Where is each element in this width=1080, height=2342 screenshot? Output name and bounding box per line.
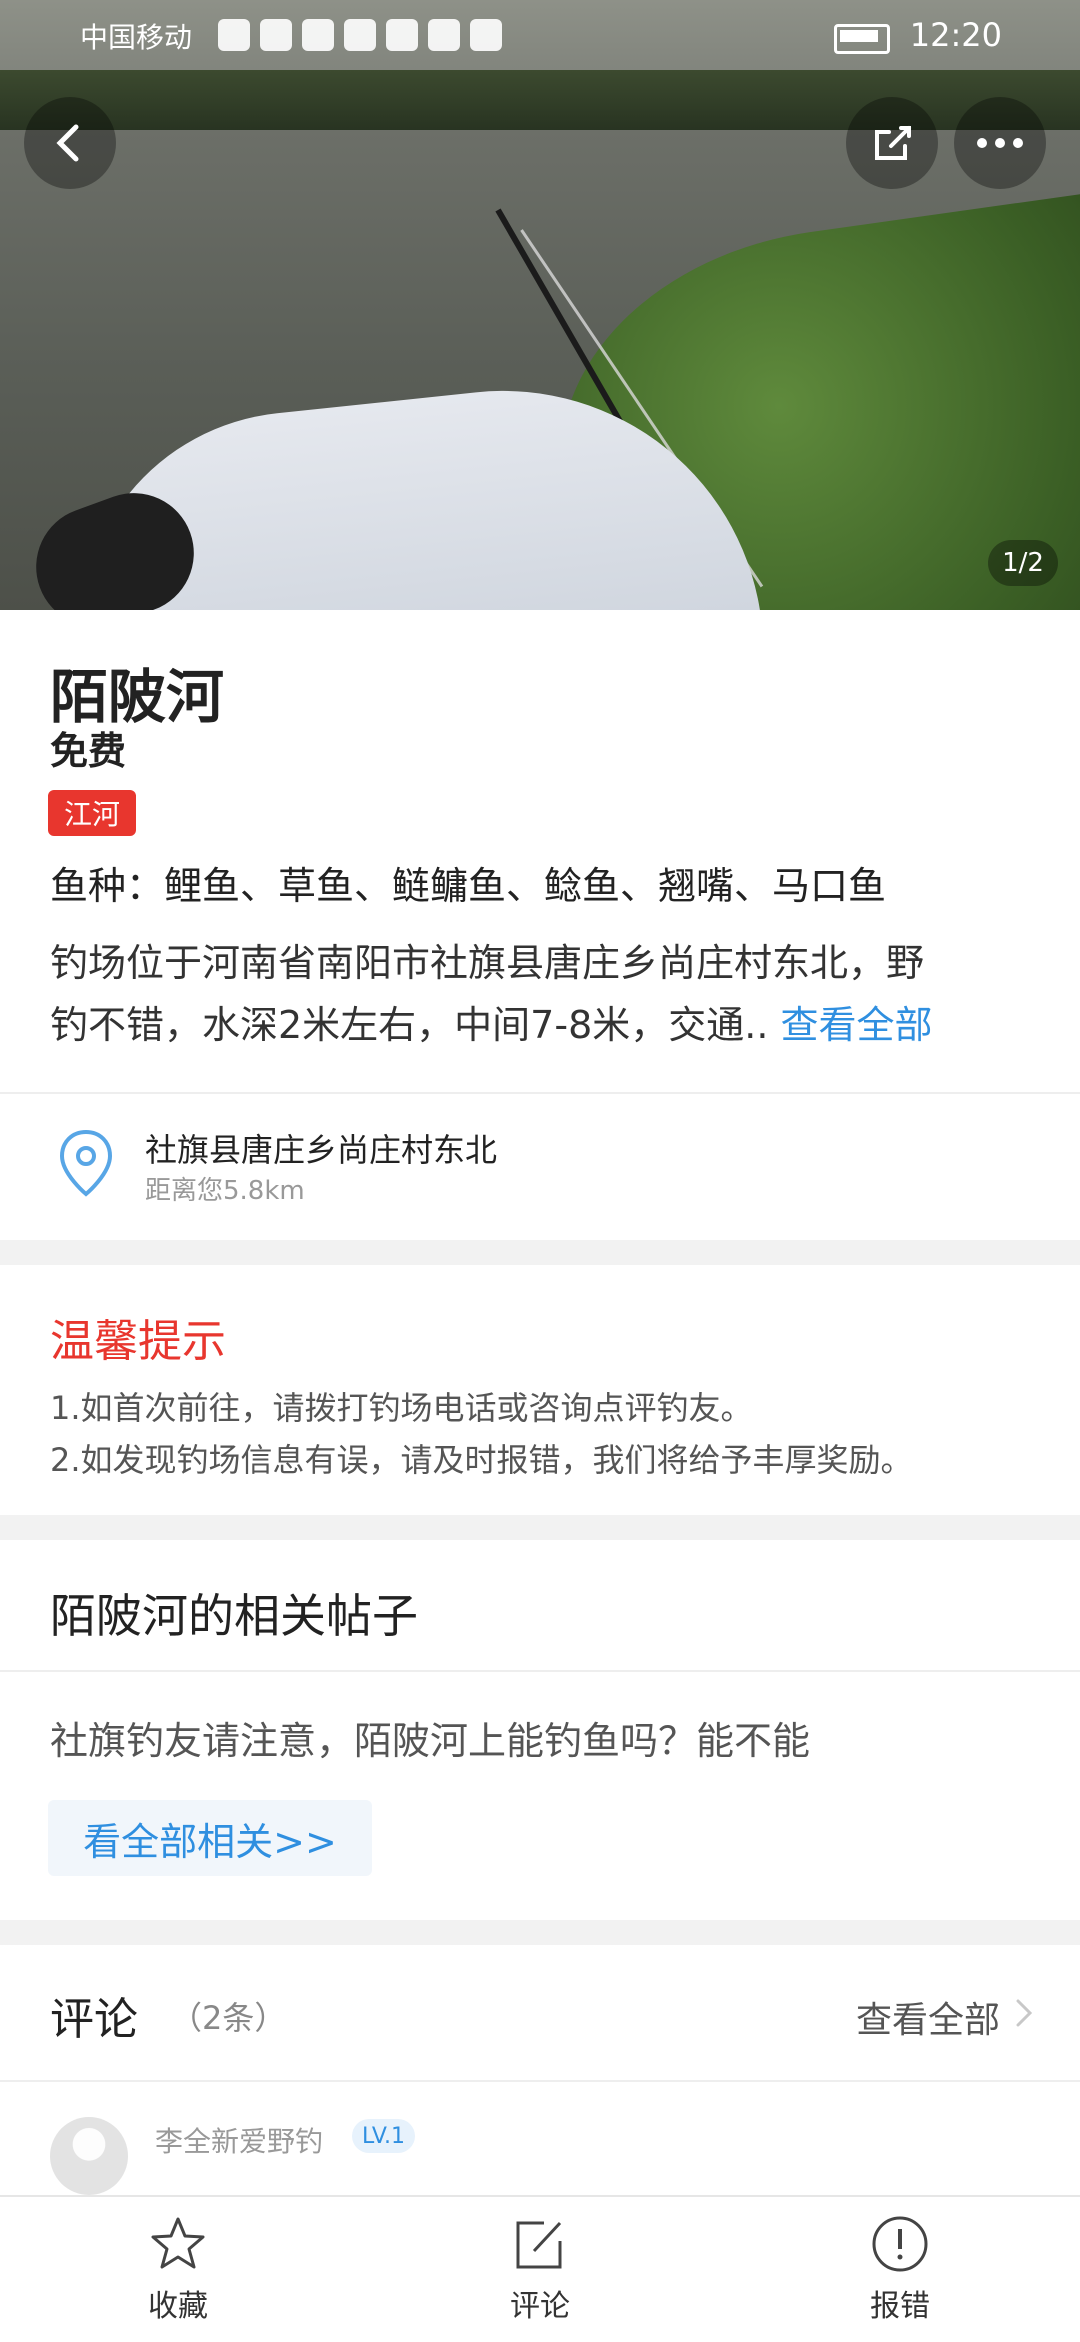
- carrier-label: 中国移动: [80, 21, 193, 54]
- chevron-right-icon[interactable]: [1006, 1995, 1042, 2031]
- user-level-badge: LV.1: [352, 2119, 416, 2153]
- comments-title: 评论: [50, 1994, 138, 2045]
- hd-badge-icon: [218, 19, 250, 51]
- description-line1: 钓场位于河南省南阳市社旗县唐庄乡尚庄村东北，野: [50, 941, 925, 985]
- favorite-label: 收藏: [148, 2289, 208, 2324]
- status-bar: 中国移动 12:20: [0, 0, 1080, 70]
- related-posts-title: 陌陂河的相关帖子: [50, 1589, 418, 1643]
- distance-text: 距离您5.8km: [145, 1176, 305, 1206]
- app-notification-icon: [344, 19, 376, 51]
- zhihu-notification-icon: [470, 19, 502, 51]
- category-tag: 江河: [48, 790, 137, 836]
- divider: [0, 2080, 1080, 2082]
- comments-card: 评论 （2条） 查看全部 李全新爱野钓 LV.1: [0, 1945, 1080, 2205]
- spot-info-card: 陌陂河 免费 江河 鱼种：鲤鱼、草鱼、鲢鳙鱼、鲶鱼、翘嘴、马口鱼 钓场位于河南省…: [0, 610, 1080, 1240]
- app-notification-icon: [386, 19, 418, 51]
- comments-count: （2条）: [170, 1999, 287, 2037]
- fish-species: 鱼种：鲤鱼、草鱼、鲢鳙鱼、鲶鱼、翘嘴、马口鱼: [50, 864, 887, 908]
- star-icon: [151, 2217, 205, 2269]
- share-icon: [875, 126, 911, 160]
- tips-card: 温馨提示 1.如首次前往，请拨打钓场电话或咨询点评钓友。 2.如发现钓场信息有误…: [0, 1265, 1080, 1515]
- report-button[interactable]: 报错: [820, 2207, 980, 2337]
- avatar[interactable]: [50, 2117, 128, 2195]
- comment-username[interactable]: 李全新爱野钓: [155, 2120, 323, 2160]
- comment-label: 评论: [510, 2289, 570, 2324]
- tips-title: 温馨提示: [50, 1316, 226, 1367]
- view-all-description-link[interactable]: 查看全部: [781, 1003, 933, 1047]
- report-label: 报错: [870, 2289, 930, 2324]
- more-button[interactable]: [954, 97, 1046, 189]
- divider: [0, 1670, 1080, 1672]
- spot-description: 钓场位于河南省南阳市社旗县唐庄乡尚庄村东北，野 钓不错，水深2米左右，中间7-8…: [50, 932, 1030, 1056]
- related-post-item[interactable]: 社旗钓友请注意，陌陂河上能钓鱼吗？能不能: [50, 1710, 810, 1765]
- status-icons: [218, 18, 618, 52]
- battery-icon: [834, 24, 890, 54]
- favorite-button[interactable]: 收藏: [98, 2207, 258, 2337]
- back-button[interactable]: [24, 97, 116, 189]
- address-text[interactable]: 社旗县唐庄乡尚庄村东北: [145, 1125, 497, 1171]
- related-posts-card: 陌陂河的相关帖子 社旗钓友请注意，陌陂河上能钓鱼吗？能不能 看全部相关>>: [0, 1540, 1080, 1920]
- tip-line-1: 1.如首次前往，请拨打钓场电话或咨询点评钓友。: [50, 1389, 753, 1427]
- wifi-icon: [302, 19, 334, 51]
- app-notification-icon: [428, 19, 460, 51]
- alert-circle-icon: [872, 2216, 928, 2272]
- price-label: 免费: [50, 729, 127, 773]
- description-line2: 钓不错，水深2米左右，中间7-8米，交通..: [50, 1003, 769, 1047]
- comment-button[interactable]: 评论: [460, 2207, 620, 2337]
- location-pin-icon: [59, 1129, 113, 1197]
- image-pager: 1/2: [988, 540, 1058, 586]
- view-all-comments-link[interactable]: 查看全部: [856, 1991, 1000, 2043]
- bottom-action-bar: 收藏 评论 报错: [0, 2195, 1080, 2342]
- tip-line-2: 2.如发现钓场信息有误，请及时报错，我们将给予丰厚奖励。: [50, 1441, 913, 1479]
- status-time: 12:20: [909, 16, 1002, 54]
- share-button[interactable]: [846, 97, 938, 189]
- hero-image[interactable]: 中国移动 12:20 1/2: [0, 0, 1080, 610]
- more-dots-icon: [977, 138, 1023, 148]
- signal-icon: [260, 19, 292, 51]
- see-all-related-button[interactable]: 看全部相关>>: [48, 1800, 372, 1876]
- divider: [0, 1092, 1080, 1094]
- edit-icon: [516, 2221, 562, 2269]
- chevron-left-icon: [56, 124, 79, 162]
